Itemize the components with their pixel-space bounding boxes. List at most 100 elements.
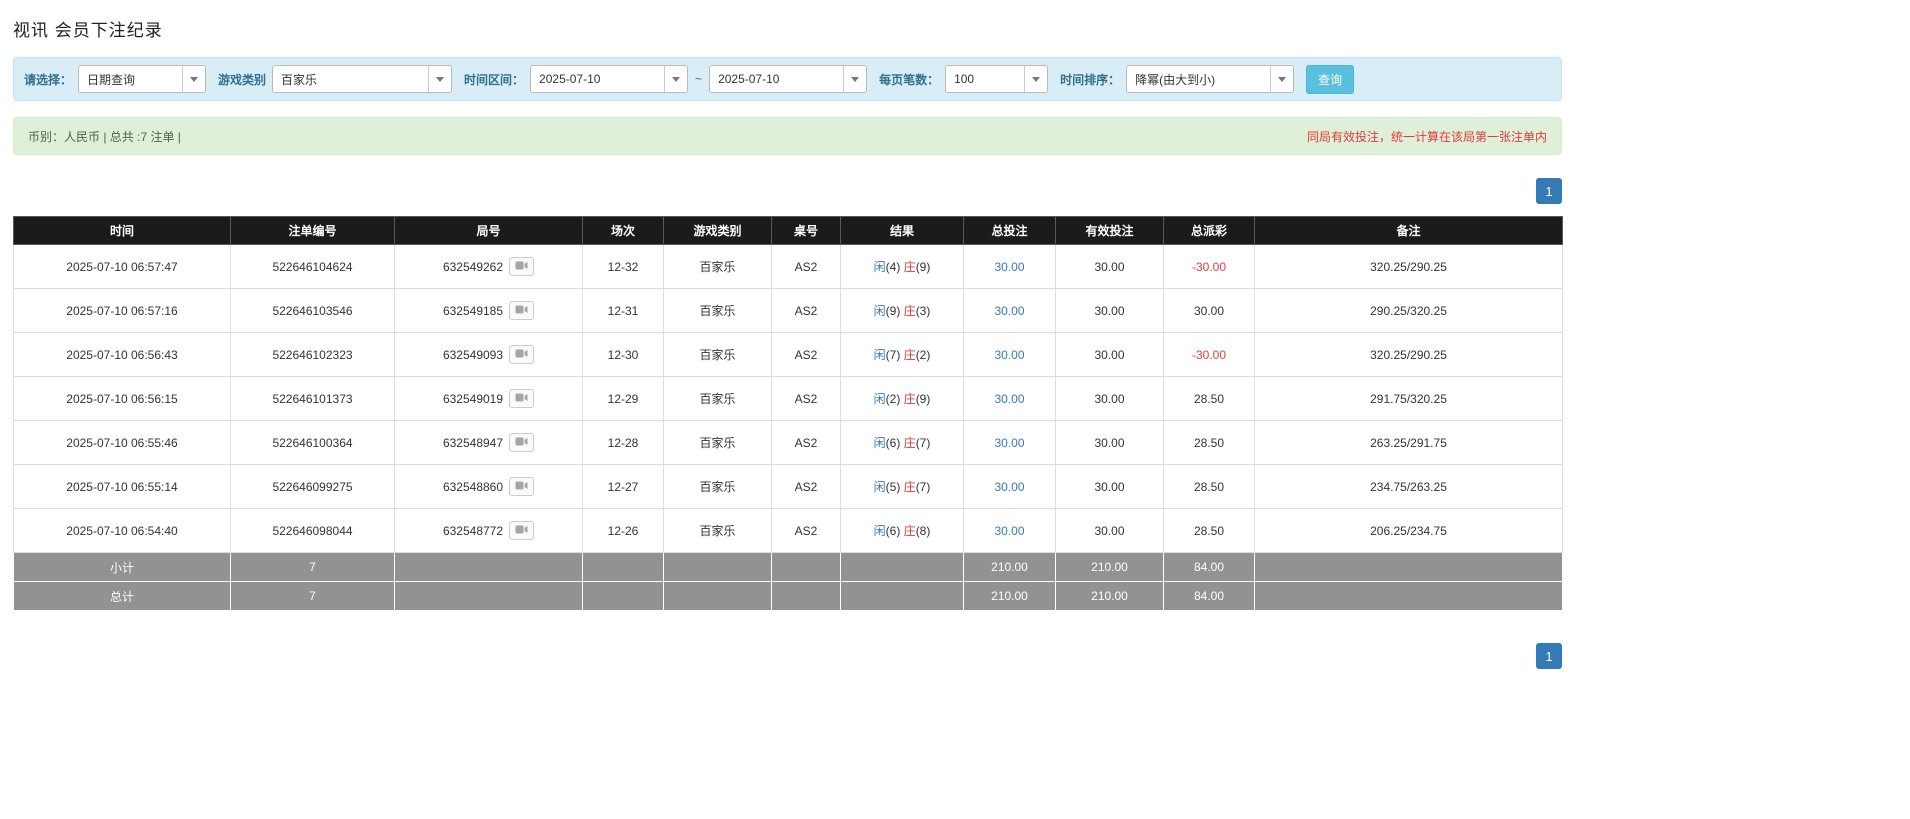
search-button[interactable]: 查询: [1306, 65, 1354, 94]
cell-valid-bet: 30.00: [1056, 245, 1164, 289]
query-type-select[interactable]: 日期查询: [78, 65, 206, 93]
video-replay-button[interactable]: [509, 477, 534, 496]
video-replay-button[interactable]: [509, 433, 534, 452]
round-id-text: 632548947: [443, 436, 503, 450]
cell-round-id: 632549185: [395, 289, 583, 333]
total-bet-link[interactable]: 30.00: [994, 480, 1024, 494]
cell-bet-id: 522646101373: [231, 377, 395, 421]
total-bet-link[interactable]: 30.00: [994, 348, 1024, 362]
sort-label: 时间排序：: [1060, 71, 1120, 88]
date-from-input[interactable]: 2025-07-10: [530, 65, 688, 93]
result-player: 闲: [874, 436, 886, 450]
cell-valid-bet: 30.00: [1056, 421, 1164, 465]
result-banker: 庄: [904, 348, 916, 362]
chevron-down-icon[interactable]: [843, 66, 866, 92]
cell-result: 闲(5) 庄(7): [841, 465, 964, 509]
cell-game-type: 百家乐: [664, 509, 772, 553]
chevron-down-icon[interactable]: [182, 66, 205, 92]
chevron-down-icon[interactable]: [1024, 66, 1047, 92]
summary-notice-text: 同局有效投注，统一计算在该局第一张注单内: [1307, 128, 1547, 145]
summary-cell: [1255, 582, 1563, 611]
cell-remark: 206.25/234.75: [1255, 509, 1563, 553]
cell-session: 12-26: [583, 509, 664, 553]
result-banker-score: (9): [916, 392, 931, 406]
result-banker: 庄: [904, 524, 916, 538]
chevron-down-icon[interactable]: [428, 66, 451, 92]
chevron-down-icon[interactable]: [1270, 66, 1293, 92]
round-id-text: 632548860: [443, 480, 503, 494]
cell-valid-bet: 30.00: [1056, 333, 1164, 377]
cell-bet-id: 522646099275: [231, 465, 395, 509]
page-size-label: 每页笔数：: [879, 71, 939, 88]
column-header: 注单编号: [231, 217, 395, 245]
result-player: 闲: [874, 392, 886, 406]
video-camera-icon: [515, 260, 528, 274]
cell-payout: 28.50: [1164, 465, 1255, 509]
content-area: 视讯 会员下注纪录 请选择： 日期查询 游戏类别 百家乐 时间区间： 2025-…: [13, 16, 1562, 669]
total-bet-link[interactable]: 30.00: [994, 436, 1024, 450]
cell-total-bet: 30.00: [964, 465, 1056, 509]
cell-game-type: 百家乐: [664, 421, 772, 465]
cell-round-id: 632548947: [395, 421, 583, 465]
cell-round-id: 632549093: [395, 333, 583, 377]
result-player-score: (6): [886, 436, 901, 450]
query-type-value: 日期查询: [79, 66, 182, 92]
result-player: 闲: [874, 348, 886, 362]
page-size-select[interactable]: 100: [945, 65, 1048, 93]
result-player-score: (9): [886, 304, 901, 318]
cell-total-bet: 30.00: [964, 245, 1056, 289]
column-header: 桌号: [772, 217, 841, 245]
cell-bet-id: 522646103546: [231, 289, 395, 333]
result-player-score: (4): [886, 260, 901, 274]
result-banker-score: (3): [916, 304, 931, 318]
table-row: 2025-07-10 06:57:47522646104624632549262…: [14, 245, 1563, 289]
table-row: 2025-07-10 06:54:40522646098044632548772…: [14, 509, 1563, 553]
date-to-value: 2025-07-10: [710, 66, 843, 92]
cell-session: 12-29: [583, 377, 664, 421]
video-replay-button[interactable]: [509, 301, 534, 320]
cell-table-no: AS2: [772, 377, 841, 421]
total-bet-link[interactable]: 30.00: [994, 260, 1024, 274]
round-id-text: 632549185: [443, 304, 503, 318]
cell-result: 闲(6) 庄(7): [841, 421, 964, 465]
video-replay-button[interactable]: [509, 257, 534, 276]
cell-remark: 234.75/263.25: [1255, 465, 1563, 509]
summary-cell: [772, 582, 841, 611]
result-banker: 庄: [904, 304, 916, 318]
summary-cell: [1255, 553, 1563, 582]
cell-result: 闲(6) 庄(8): [841, 509, 964, 553]
result-banker-score: (2): [916, 348, 931, 362]
total-bet-link[interactable]: 30.00: [994, 304, 1024, 318]
cell-total-bet: 30.00: [964, 377, 1056, 421]
video-camera-icon: [515, 524, 528, 538]
total-bet-link[interactable]: 30.00: [994, 392, 1024, 406]
table-row: 2025-07-10 06:57:16522646103546 632549185…: [14, 289, 1563, 333]
game-type-select[interactable]: 百家乐: [272, 65, 452, 93]
video-camera-icon: [515, 480, 528, 494]
cell-valid-bet: 30.00: [1056, 289, 1164, 333]
subtotal-row: 小计7210.00210.0084.00: [14, 553, 1563, 582]
result-player: 闲: [874, 260, 886, 274]
summary-cell: 210.00: [1056, 582, 1164, 611]
summary-cell: [395, 582, 583, 611]
video-replay-button[interactable]: [509, 345, 534, 364]
summary-cell: [772, 553, 841, 582]
cell-round-id: 632549019: [395, 377, 583, 421]
cell-time: 2025-07-10 06:57:16: [14, 289, 231, 333]
page-1-button[interactable]: 1: [1536, 643, 1562, 669]
total-bet-link[interactable]: 30.00: [994, 524, 1024, 538]
column-header: 备注: [1255, 217, 1563, 245]
page-1-button[interactable]: 1: [1536, 178, 1562, 204]
result-player: 闲: [874, 304, 886, 318]
video-replay-button[interactable]: [509, 389, 534, 408]
chevron-down-icon[interactable]: [664, 66, 687, 92]
cell-remark: 290.25/320.25: [1255, 289, 1563, 333]
cell-bet-id: 522646098044: [231, 509, 395, 553]
video-replay-button[interactable]: [509, 521, 534, 540]
summary-cell: 210.00: [964, 582, 1056, 611]
sort-order-select[interactable]: 降幂(由大到小): [1126, 65, 1294, 93]
summary-cell: 84.00: [1164, 582, 1255, 611]
date-to-input[interactable]: 2025-07-10: [709, 65, 867, 93]
cell-table-no: AS2: [772, 333, 841, 377]
bet-records-table: 时间注单编号局号场次游戏类别桌号结果总投注有效投注总派彩备注 2025-07-1…: [13, 216, 1563, 611]
